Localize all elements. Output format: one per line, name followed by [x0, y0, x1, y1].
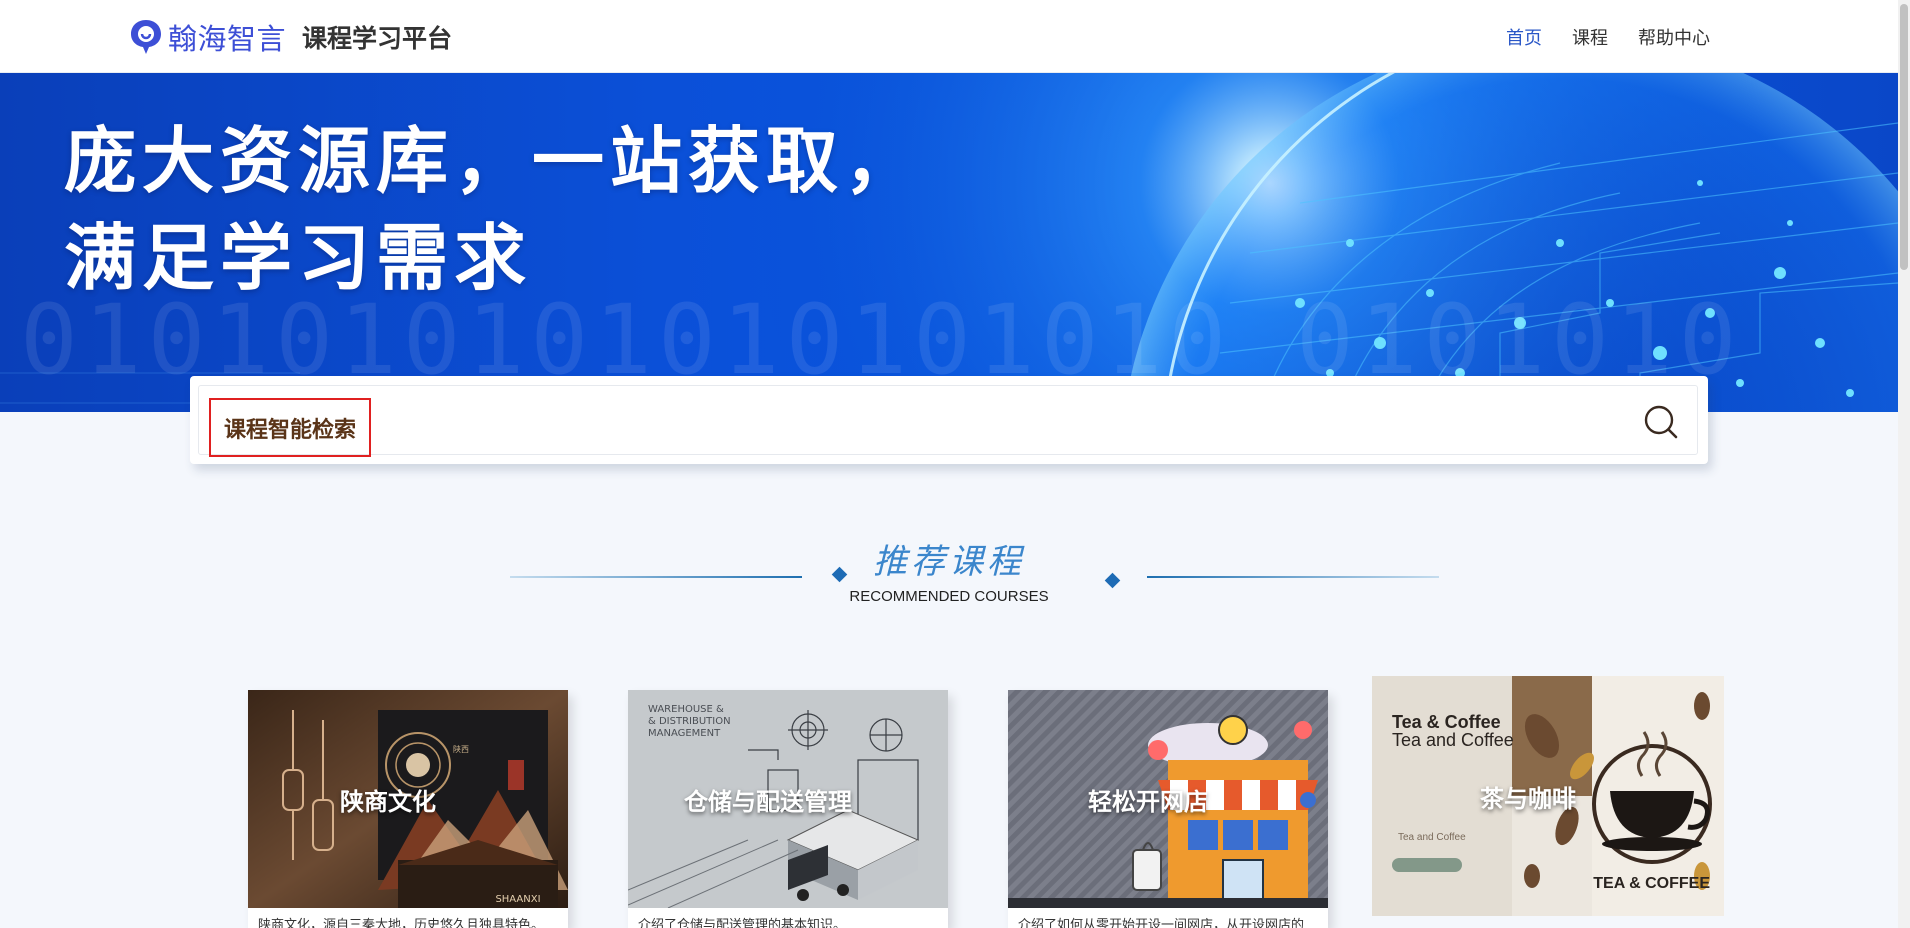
divider-right	[1147, 576, 1439, 578]
course-description: 介绍了如何从零开始开设一间网店，从开设网店的	[1018, 917, 1305, 928]
nav-help-center[interactable]: 帮助中心	[1638, 24, 1710, 50]
search-icon[interactable]	[1643, 404, 1679, 440]
banner-line-2: 满足学习需求	[64, 216, 533, 300]
section-title-en: RECOMMENDED COURSES	[849, 588, 1049, 605]
course-description: 介绍了仓储与配送管理的基本知识。	[638, 917, 847, 928]
top-header: 翰海智言 课程学习平台 首页 课程 帮助中心	[0, 0, 1898, 73]
course-card-shaanxi-culture[interactable]: SHAANXI 陕西 陕商文化 陕商文化，源自三秦大地，历史悠久且独具特色。	[248, 690, 568, 928]
search-input[interactable]: 课程智能检索	[198, 385, 1698, 457]
brand-name: 翰海智言	[168, 22, 287, 56]
main-nav: 首页 课程 帮助中心	[1476, 24, 1710, 50]
search-label: 课程智能检索	[209, 398, 371, 457]
banner-headline: 庞大资源库，一站获取， 满足学习需求	[64, 113, 922, 307]
recommended-section-heading: 推荐课程 RECOMMENDED COURSES	[0, 530, 1898, 610]
search-panel: 课程智能检索	[190, 376, 1708, 464]
logo[interactable]: 翰海智言 课程学习平台	[128, 17, 452, 57]
banner-line-1: 庞大资源库，一站获取，	[64, 119, 923, 203]
course-description: 陕商文化，源自三秦大地，历史悠久且独具特色。	[258, 917, 545, 928]
scrollbar-thumb[interactable]	[1900, 4, 1908, 270]
platform-name: 课程学习平台	[302, 25, 453, 53]
course-card-warehouse[interactable]: WAREHOUSE & & DISTRIBUTION MANAGEMENT 仓储…	[628, 690, 948, 928]
course-title: 陕商文化	[340, 788, 436, 816]
nav-courses[interactable]: 课程	[1572, 24, 1608, 50]
course-card-tea-coffee[interactable]: Tea & Coffee Tea and Coffee Tea and Coff…	[1372, 676, 1724, 916]
page-scrollbar[interactable]	[1898, 0, 1910, 928]
course-title: 茶与咖啡	[1480, 785, 1576, 813]
nav-home[interactable]: 首页	[1506, 24, 1542, 50]
section-title-cn: 推荐课程	[873, 542, 1025, 582]
brand-logo-icon	[131, 20, 161, 54]
course-title: 仓储与配送管理	[684, 788, 852, 816]
hero-banner: 0101010101010101010 0101010 庞大资源库，一站获取， …	[0, 73, 1898, 412]
course-title: 轻松开网店	[1088, 788, 1208, 816]
course-card-online-shop[interactable]: 轻松开网店 介绍了如何从零开始开设一间网店，从开设网店的	[1008, 690, 1328, 928]
